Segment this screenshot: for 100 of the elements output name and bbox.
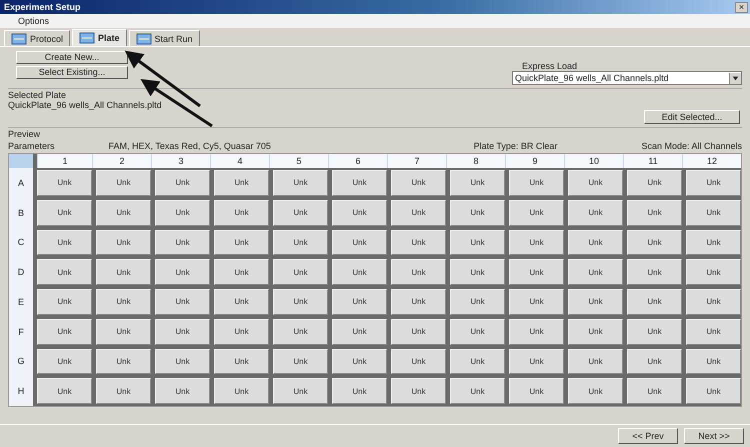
nav-button[interactable]: << Prev — [618, 428, 678, 444]
well-button[interactable]: Unk — [155, 170, 210, 196]
well-button[interactable]: Unk — [627, 200, 682, 226]
well-button[interactable]: Unk — [96, 170, 151, 196]
well-button[interactable]: Unk — [96, 289, 151, 315]
well-button[interactable]: Unk — [391, 170, 446, 196]
well-button[interactable]: Unk — [450, 289, 505, 315]
tab[interactable]: Start Run — [128, 30, 200, 46]
well-button[interactable]: Unk — [214, 259, 269, 285]
well-button[interactable]: Unk — [450, 259, 505, 285]
well-button[interactable]: Unk — [96, 348, 151, 374]
well-button[interactable]: Unk — [273, 259, 328, 285]
row-header[interactable]: F — [9, 316, 33, 346]
well-button[interactable]: Unk — [450, 230, 505, 256]
corner-cell[interactable] — [9, 154, 33, 168]
well-button[interactable]: Unk — [450, 348, 505, 374]
well-button[interactable]: Unk — [332, 348, 387, 374]
well-button[interactable]: Unk — [37, 348, 92, 374]
row-header[interactable]: A — [9, 168, 33, 198]
well-button[interactable]: Unk — [391, 230, 446, 256]
well-button[interactable]: Unk — [627, 170, 682, 196]
column-header[interactable]: 1 — [37, 154, 92, 168]
well-button[interactable]: Unk — [568, 348, 623, 374]
row-header[interactable]: G — [9, 346, 33, 376]
well-button[interactable]: Unk — [96, 259, 151, 285]
well-button[interactable]: Unk — [686, 378, 741, 404]
well-button[interactable]: Unk — [37, 170, 92, 196]
well-button[interactable]: Unk — [332, 318, 387, 344]
express-load-dropdown[interactable]: QuickPlate_96 wells_All Channels.pltd — [512, 71, 742, 85]
well-button[interactable]: Unk — [96, 200, 151, 226]
well-button[interactable]: Unk — [273, 378, 328, 404]
well-button[interactable]: Unk — [155, 230, 210, 256]
row-header[interactable]: B — [9, 198, 33, 228]
well-button[interactable]: Unk — [96, 318, 151, 344]
well-button[interactable]: Unk — [96, 230, 151, 256]
well-button[interactable]: Unk — [214, 289, 269, 315]
well-button[interactable]: Unk — [509, 318, 564, 344]
well-button[interactable]: Unk — [509, 200, 564, 226]
well-button[interactable]: Unk — [568, 200, 623, 226]
well-button[interactable]: Unk — [273, 348, 328, 374]
well-button[interactable]: Unk — [450, 200, 505, 226]
well-button[interactable]: Unk — [686, 170, 741, 196]
well-button[interactable]: Unk — [509, 259, 564, 285]
well-button[interactable]: Unk — [273, 170, 328, 196]
column-header[interactable]: 11 — [623, 154, 682, 168]
row-header[interactable]: E — [9, 287, 33, 317]
column-header[interactable]: 2 — [92, 154, 151, 168]
well-button[interactable]: Unk — [627, 318, 682, 344]
column-header[interactable]: 3 — [151, 154, 210, 168]
column-header[interactable]: 6 — [328, 154, 387, 168]
well-button[interactable]: Unk — [627, 378, 682, 404]
well-button[interactable]: Unk — [273, 230, 328, 256]
well-button[interactable]: Unk — [509, 170, 564, 196]
column-header[interactable]: 10 — [564, 154, 623, 168]
well-button[interactable]: Unk — [214, 318, 269, 344]
well-button[interactable]: Unk — [214, 200, 269, 226]
well-button[interactable]: Unk — [568, 170, 623, 196]
column-header[interactable]: 8 — [446, 154, 505, 168]
well-button[interactable]: Unk — [686, 259, 741, 285]
well-button[interactable]: Unk — [568, 378, 623, 404]
well-button[interactable]: Unk — [686, 318, 741, 344]
well-button[interactable]: Unk — [155, 200, 210, 226]
row-header[interactable]: H — [9, 376, 33, 406]
nav-button[interactable]: Next >> — [684, 428, 744, 444]
well-button[interactable]: Unk — [391, 259, 446, 285]
well-button[interactable]: Unk — [37, 230, 92, 256]
tab[interactable]: Plate — [72, 29, 127, 46]
well-button[interactable]: Unk — [627, 230, 682, 256]
well-button[interactable]: Unk — [332, 259, 387, 285]
edit-selected-button[interactable]: Edit Selected... — [644, 110, 740, 124]
well-button[interactable]: Unk — [214, 230, 269, 256]
well-button[interactable]: Unk — [37, 318, 92, 344]
well-button[interactable]: Unk — [155, 348, 210, 374]
menu-item[interactable]: Options — [18, 16, 50, 26]
well-button[interactable]: Unk — [568, 230, 623, 256]
plate-button[interactable]: Select Existing... — [16, 66, 128, 79]
well-button[interactable]: Unk — [214, 378, 269, 404]
column-header[interactable]: 12 — [682, 154, 741, 168]
well-button[interactable]: Unk — [332, 200, 387, 226]
well-button[interactable]: Unk — [155, 259, 210, 285]
well-button[interactable]: Unk — [391, 318, 446, 344]
well-button[interactable]: Unk — [273, 200, 328, 226]
well-button[interactable]: Unk — [273, 289, 328, 315]
row-header[interactable]: C — [9, 228, 33, 258]
well-button[interactable]: Unk — [332, 378, 387, 404]
well-button[interactable]: Unk — [450, 170, 505, 196]
well-button[interactable]: Unk — [450, 318, 505, 344]
well-button[interactable]: Unk — [332, 289, 387, 315]
plate-button[interactable]: Create New... — [16, 51, 128, 64]
tab[interactable]: Protocol — [4, 30, 70, 46]
well-button[interactable]: Unk — [509, 378, 564, 404]
well-button[interactable]: Unk — [627, 289, 682, 315]
well-button[interactable]: Unk — [509, 289, 564, 315]
well-button[interactable]: Unk — [686, 348, 741, 374]
well-button[interactable]: Unk — [568, 259, 623, 285]
well-button[interactable]: Unk — [686, 289, 741, 315]
well-button[interactable]: Unk — [96, 378, 151, 404]
well-button[interactable]: Unk — [155, 289, 210, 315]
well-button[interactable]: Unk — [509, 348, 564, 374]
well-button[interactable]: Unk — [37, 259, 92, 285]
